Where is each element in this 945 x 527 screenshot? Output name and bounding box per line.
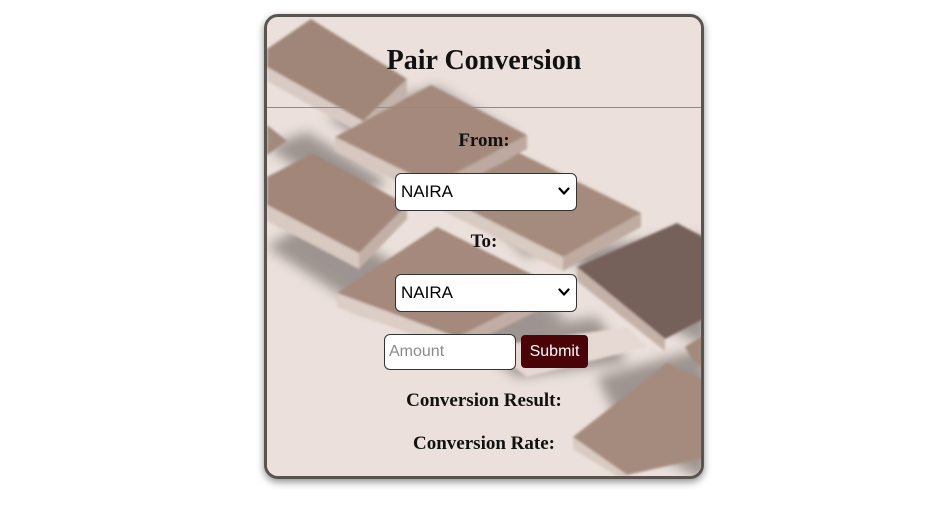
to-label: To:	[470, 231, 498, 252]
conversion-rate-label: Conversion Rate:	[413, 433, 555, 454]
conversion-card: Pair Conversion From: NAIRA To: NAIRA Su…	[264, 14, 704, 479]
conversion-result-label: Conversion Result:	[406, 390, 562, 411]
from-currency-select[interactable]: NAIRA	[395, 173, 577, 211]
to-currency-value: NAIRA	[401, 283, 453, 302]
conversion-form: Pair Conversion From: NAIRA To: NAIRA Su…	[267, 17, 701, 476]
chevron-down-icon	[558, 288, 570, 296]
title-divider	[267, 107, 701, 108]
chevron-down-icon	[558, 187, 570, 195]
to-currency-select[interactable]: NAIRA	[395, 274, 577, 312]
from-currency-value: NAIRA	[401, 182, 453, 201]
amount-input[interactable]	[384, 334, 516, 370]
page-title: Pair Conversion	[386, 45, 582, 76]
from-label: From:	[458, 130, 510, 151]
submit-button[interactable]: Submit	[521, 335, 588, 368]
